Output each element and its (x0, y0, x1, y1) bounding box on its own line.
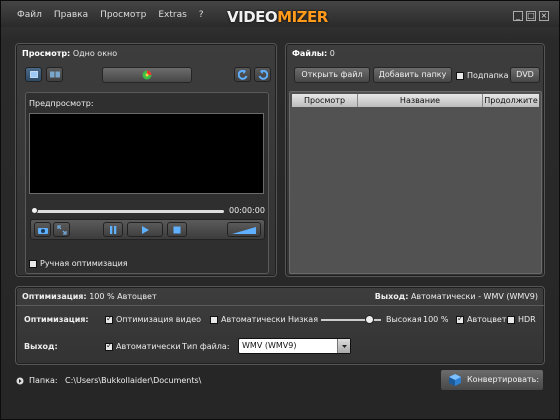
convert-button[interactable]: Конвертировать: (440, 369, 544, 391)
pause-icon (110, 226, 117, 234)
menu-edit[interactable]: Правка (54, 10, 88, 20)
minimize-button[interactable]: _ (513, 11, 523, 21)
seek-bar[interactable] (34, 210, 224, 213)
menu-file[interactable]: Файл (17, 10, 42, 20)
volume-icon (232, 227, 256, 234)
checkbox-box[interactable] (105, 341, 113, 351)
preview-title: Просмотр: Одно окно (22, 49, 118, 58)
file-type-label: Тип файла: (182, 342, 230, 351)
time-display: 00:00:00 (229, 206, 265, 215)
close-button[interactable]: × (539, 11, 549, 21)
subfolder-checkbox[interactable]: Подпапка (456, 71, 509, 80)
rotate-right-button[interactable] (254, 67, 271, 82)
pause-button[interactable] (103, 222, 123, 237)
menu-bar: Файл Правка Просмотр Extras ? (17, 10, 204, 20)
file-type-select[interactable]: WMV (WMV9) (238, 338, 351, 354)
output-auto-checkbox[interactable]: Автоматически (105, 341, 181, 351)
split-window-icon (49, 71, 60, 78)
folder-label: Папка: (29, 376, 58, 385)
menu-extras[interactable]: Extras (158, 10, 186, 20)
checkbox-box[interactable] (456, 314, 464, 324)
camera-icon (37, 228, 48, 234)
manual-optimization-checkbox[interactable]: Ручная оптимизация (29, 259, 128, 268)
play-icon (142, 226, 149, 234)
video-optimization-checkbox[interactable]: Оптимизация видео (105, 314, 201, 324)
file-list[interactable]: Просмотр Название Продолжите (289, 91, 542, 274)
divider (16, 305, 544, 306)
rotate-left-icon (237, 70, 247, 80)
play-button[interactable] (127, 222, 163, 237)
app-logo: VIDEO MIZER (227, 8, 328, 26)
volume-button[interactable] (227, 222, 261, 237)
snapshot-button[interactable] (34, 222, 51, 237)
optimization-panel: Оптимизация: 100 % Автоцвет Выход: Автом… (15, 286, 545, 365)
slider-handle[interactable] (365, 315, 374, 324)
convert-cube-icon (449, 374, 461, 386)
optimization-row-label: Оптимизация: (24, 315, 89, 324)
fullscreen-button[interactable] (53, 222, 70, 237)
column-header-duration[interactable]: Продолжите (483, 94, 539, 107)
percent-value: 100 % (423, 315, 449, 324)
menu-help[interactable]: ? (199, 10, 204, 20)
checkbox-box[interactable] (210, 315, 218, 324)
app-window: Файл Правка Просмотр Extras ? VIDEO MIZER… (0, 0, 560, 420)
add-folder-button[interactable]: Добавить папку (373, 67, 452, 83)
open-file-button[interactable]: Открыть файл (294, 67, 370, 83)
preview-quality-button[interactable] (102, 67, 192, 83)
seek-handle[interactable] (31, 207, 38, 214)
stop-icon (173, 226, 181, 234)
checkbox-box[interactable] (507, 315, 515, 324)
dvd-button[interactable]: DVD (510, 67, 540, 83)
video-screen (29, 113, 264, 194)
optimization-slider[interactable] (321, 315, 381, 324)
title-bar: Файл Правка Просмотр Extras ? VIDEO MIZER… (1, 1, 559, 27)
low-label: Низкая (288, 315, 319, 324)
preview-panel: Просмотр: Одно окно Предпросмотр: 00:00:… (15, 43, 277, 277)
column-header-preview[interactable]: Просмотр (292, 94, 358, 107)
rotate-left-button[interactable] (234, 67, 251, 82)
checkbox-box[interactable] (105, 314, 113, 324)
checkbox-box[interactable] (29, 259, 37, 268)
autocolor-checkbox[interactable]: Автоцвет (456, 314, 506, 324)
stop-button[interactable] (167, 222, 187, 237)
file-type-value: WMV (WMV9) (242, 341, 297, 350)
optimization-summary: Оптимизация: 100 % Автоцвет (22, 292, 157, 301)
color-ball-icon (142, 70, 152, 80)
file-list-header: Просмотр Название Продолжите (292, 94, 539, 107)
files-title: Файлы: 0 (292, 49, 335, 58)
split-view-button[interactable] (46, 67, 63, 82)
dropdown-button[interactable] (337, 339, 350, 353)
single-window-icon (29, 71, 38, 78)
expand-icon (56, 225, 67, 235)
chevron-down-icon (342, 345, 347, 348)
folder-arrow-icon[interactable] (16, 377, 24, 385)
checkbox-box[interactable] (456, 71, 464, 80)
output-summary: Выход: Автоматически - WMV (WMV9) (374, 292, 538, 301)
preview-label: Предпросмотр: (29, 99, 94, 108)
folder-path[interactable]: C:\Users\Bukkollaider\Documents\ (65, 376, 201, 385)
single-view-button[interactable] (25, 67, 42, 82)
hdr-checkbox[interactable]: HDR (507, 315, 536, 324)
preview-area: Предпросмотр: 00:00:00 Ручная оптимизаци… (25, 92, 269, 274)
files-panel: Файлы: 0 Открыть файл Добавить папку Под… (285, 43, 545, 277)
auto-optimization-checkbox[interactable]: Автоматически (210, 315, 286, 324)
menu-view[interactable]: Просмотр (100, 10, 146, 20)
column-header-name[interactable]: Название (358, 94, 483, 107)
window-controls: _ □ × (513, 11, 549, 21)
high-label: Высокая (386, 315, 422, 324)
rotate-right-icon (258, 70, 268, 80)
output-row-label: Выход: (24, 342, 58, 351)
maximize-button[interactable]: □ (526, 11, 536, 21)
